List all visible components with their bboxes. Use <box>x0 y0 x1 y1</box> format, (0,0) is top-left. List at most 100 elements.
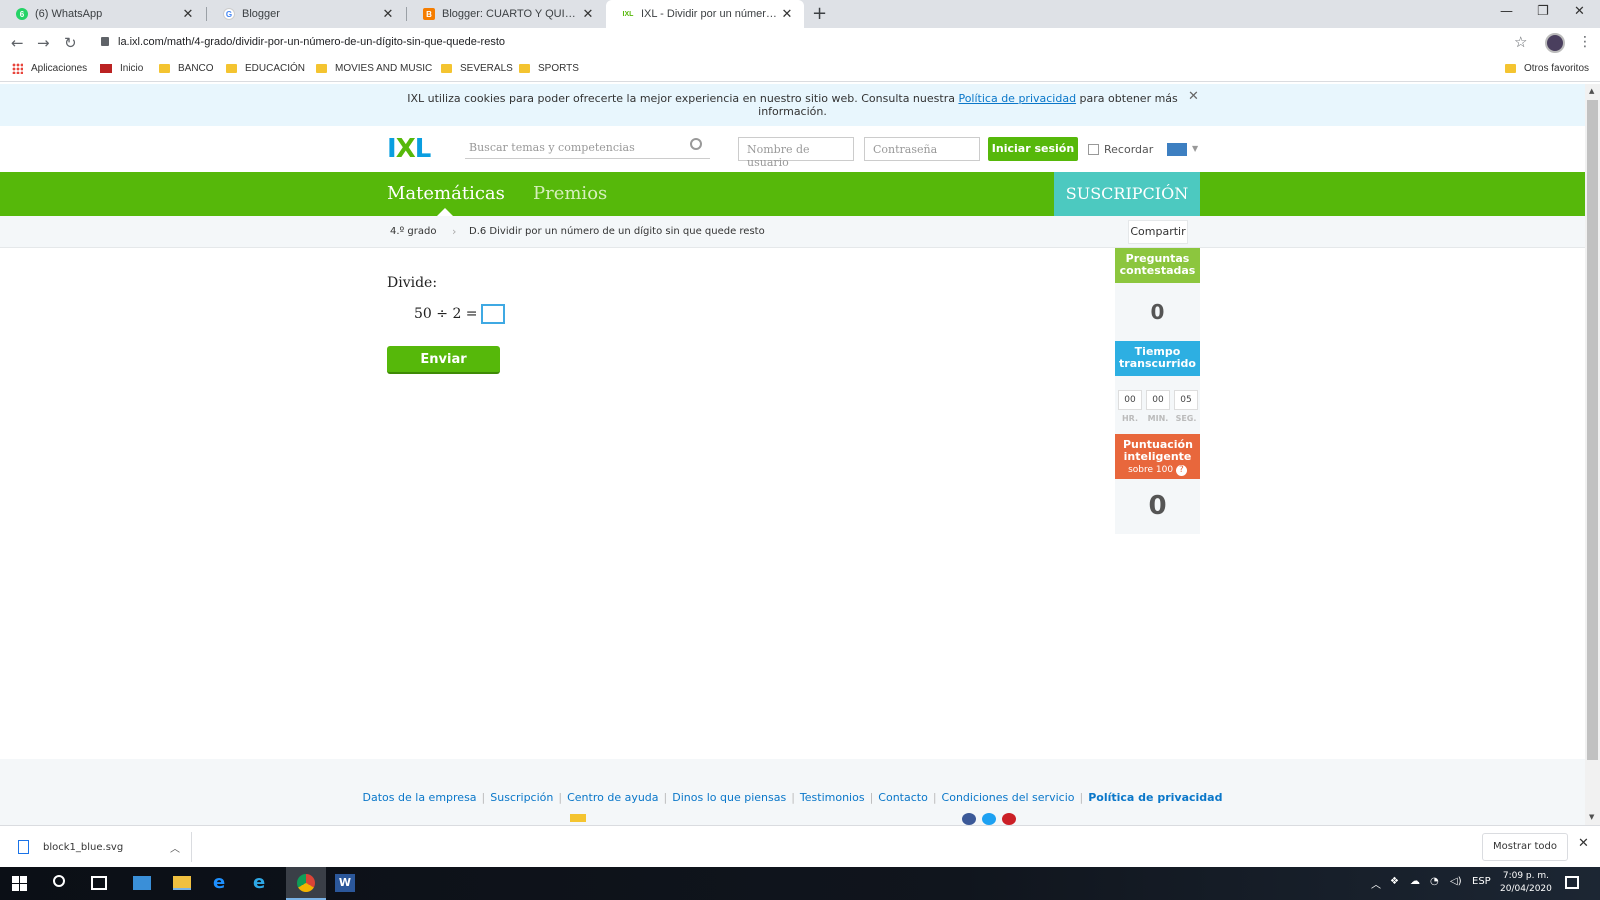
chevron-up-icon[interactable]: ︿ <box>170 840 180 855</box>
close-icon[interactable]: ✕ <box>780 6 794 22</box>
wifi-icon[interactable]: ◔ <box>1430 876 1439 887</box>
breadcrumb-grade[interactable]: 4.º grado <box>390 226 436 237</box>
footer-link[interactable]: Contacto <box>878 791 928 804</box>
minimize-icon[interactable]: — <box>1500 4 1513 19</box>
chevron-right-icon: › <box>452 225 457 238</box>
file-explorer-icon[interactable] <box>173 876 191 890</box>
task-view-icon[interactable] <box>91 876 107 890</box>
bookmark-other[interactable]: Otros favoritos <box>1505 63 1589 74</box>
new-tab-button[interactable]: + <box>812 3 827 24</box>
footer-link[interactable]: Dinos lo que piensas <box>672 791 786 804</box>
tab-title: Blogger <box>242 8 280 20</box>
footer-link[interactable]: Centro de ayuda <box>567 791 658 804</box>
close-icon[interactable]: ✕ <box>581 6 595 22</box>
flag-icon <box>100 64 112 73</box>
bookmark-movies[interactable]: MOVIES AND MUSIC <box>316 63 432 74</box>
window-close-icon[interactable]: ✕ <box>1574 4 1585 19</box>
tab-title: IXL - Dividir por un número de u <box>641 8 780 20</box>
bookmark-apps[interactable]: Aplicaciones <box>12 63 87 74</box>
bookmark-sports[interactable]: SPORTS <box>519 63 579 74</box>
search-icon[interactable] <box>690 138 702 150</box>
address-bar[interactable]: la.ixl.com/math/4-grado/dividir-por-un-n… <box>118 36 505 48</box>
windows-start-icon[interactable] <box>12 876 27 891</box>
footer-link-privacy[interactable]: Política de privacidad <box>1088 791 1222 804</box>
bookmark-star-icon[interactable]: ☆ <box>1514 33 1527 51</box>
footer-separator: | <box>869 791 874 804</box>
tab-ixl[interactable]: IXL IXL - Dividir por un número de u ✕ <box>606 0 804 28</box>
time-unit-label: SEG. <box>1175 414 1197 423</box>
bookmark-banco[interactable]: BANCO <box>159 63 214 74</box>
folder-icon <box>1505 64 1516 73</box>
remember-label: Recordar <box>1104 143 1154 156</box>
privacy-link[interactable]: Política de privacidad <box>958 92 1076 105</box>
close-icon[interactable]: ✕ <box>1578 836 1589 851</box>
chevron-down-icon[interactable]: ▼ <box>1192 144 1198 153</box>
chrome-taskbar-button[interactable] <box>286 867 326 900</box>
answer-input[interactable] <box>481 304 505 324</box>
scroll-down-icon[interactable]: ▼ <box>1589 813 1594 821</box>
onedrive-icon[interactable]: ☁ <box>1410 876 1420 887</box>
facebook-icon[interactable] <box>962 813 976 825</box>
pinterest-icon[interactable] <box>1002 813 1016 825</box>
footer-links: Datos de la empresa | Suscripción | Centro d… <box>0 791 1585 804</box>
edge-icon[interactable]: e <box>213 872 233 893</box>
nav-item-matematicas[interactable]: Matemáticas <box>387 183 505 204</box>
language-flag-icon[interactable] <box>1167 143 1187 156</box>
tab-blogger[interactable]: G Blogger ✕ <box>207 0 405 28</box>
time-unit-label: HR. <box>1121 414 1139 423</box>
close-icon[interactable]: ✕ <box>1188 90 1199 103</box>
internet-explorer-icon[interactable]: e <box>253 872 273 893</box>
volume-icon[interactable]: ◁) <box>1450 876 1462 887</box>
search-input[interactable]: Buscar temas y competencias <box>465 137 710 159</box>
word-icon[interactable]: W <box>335 874 355 892</box>
twitter-icon[interactable] <box>982 813 996 825</box>
bookmark-severals[interactable]: SEVERALS <box>441 63 513 74</box>
control-panel-icon[interactable] <box>133 876 151 890</box>
login-button[interactable]: Iniciar sesión <box>988 137 1078 161</box>
scroll-up-icon[interactable]: ▲ <box>1589 87 1594 95</box>
footer-link[interactable]: Suscripción <box>490 791 553 804</box>
close-icon[interactable]: ✕ <box>181 6 195 22</box>
nav-item-premios[interactable]: Premios <box>533 183 607 204</box>
language-indicator[interactable]: ESP <box>1472 876 1491 887</box>
chevron-up-icon[interactable]: ︿ <box>1371 876 1381 891</box>
remember-checkbox[interactable]: Recordar <box>1088 143 1153 156</box>
ixl-logo[interactable]: IXL <box>387 136 431 162</box>
blogger-icon: B <box>423 8 435 20</box>
page-scrollbar[interactable]: ▲ ▼ <box>1585 84 1600 825</box>
tab-whatsapp[interactable]: 6 (6) WhatsApp ✕ <box>0 0 205 28</box>
bookmark-inicio[interactable]: Inicio <box>100 63 143 74</box>
site-footer: Datos de la empresa | Suscripción | Centro d… <box>0 759 1585 825</box>
submit-button[interactable]: Enviar <box>387 346 500 374</box>
dropbox-icon[interactable]: ❖ <box>1390 876 1399 887</box>
reload-icon[interactable]: ↻ <box>64 34 77 52</box>
footer-link[interactable]: Condiciones del servicio <box>942 791 1075 804</box>
close-icon[interactable]: ✕ <box>381 6 395 22</box>
help-icon[interactable]: ? <box>1175 465 1187 476</box>
subscribe-button[interactable]: SUSCRIPCIÓN <box>1054 172 1200 216</box>
password-field[interactable]: Contraseña <box>864 137 980 161</box>
browser-tabstrip: 6 (6) WhatsApp ✕ G Blogger ✕ B Blogger: … <box>0 0 1600 28</box>
profile-avatar[interactable] <box>1545 33 1565 53</box>
scrollbar-thumb[interactable] <box>1587 100 1598 760</box>
lock-icon <box>101 37 109 46</box>
back-icon[interactable]: ← <box>11 34 24 52</box>
menu-kebab-icon[interactable]: ⋮ <box>1578 34 1592 50</box>
download-item[interactable]: block1_blue.svg ︿ <box>12 832 192 862</box>
bookmark-educacion[interactable]: EDUCACIÓN <box>226 63 305 74</box>
share-button[interactable]: Compartir <box>1128 220 1188 244</box>
time-unit-label: MIN. <box>1147 414 1169 423</box>
notifications-icon[interactable] <box>1565 876 1579 889</box>
checkbox-icon[interactable] <box>1088 144 1099 155</box>
tab-blogger-cuarto[interactable]: B Blogger: CUARTO Y QUINTO I.E. F ✕ <box>407 0 605 28</box>
footer-link[interactable]: Datos de la empresa <box>363 791 477 804</box>
footer-link[interactable]: Testimonios <box>800 791 865 804</box>
restore-icon[interactable]: ❐ <box>1537 4 1549 19</box>
show-all-button[interactable]: Mostrar todo <box>1482 833 1568 861</box>
forward-icon[interactable]: → <box>37 34 50 52</box>
username-field[interactable]: Nombre de usuario <box>738 137 854 169</box>
search-icon[interactable] <box>53 875 65 887</box>
taskbar-clock[interactable]: 7:09 p. m. 20/04/2020 <box>1500 870 1552 896</box>
main-nav: Matemáticas Premios SUSCRIPCIÓN <box>0 172 1585 216</box>
bookmark-label: BANCO <box>178 63 214 74</box>
